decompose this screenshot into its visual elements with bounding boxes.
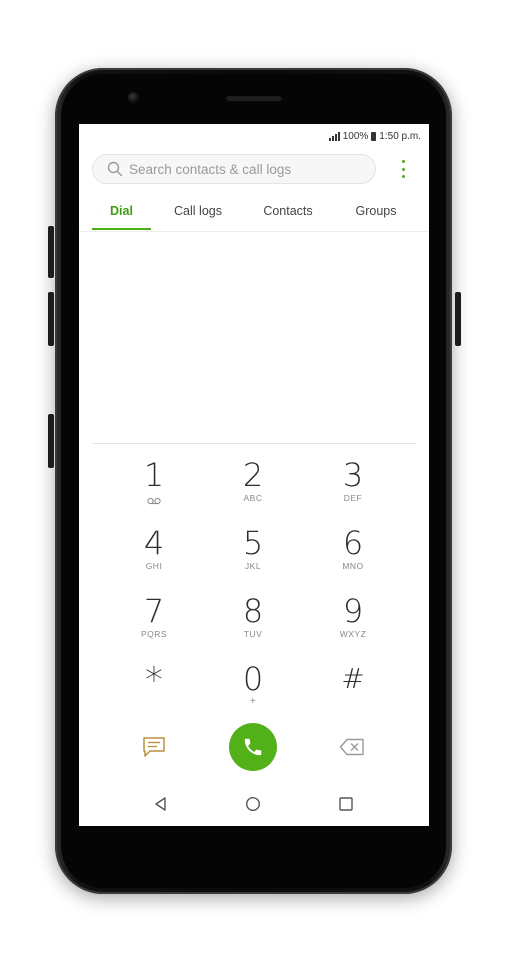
tab-contacts[interactable]: Contacts <box>249 204 327 218</box>
key-digit: 3 <box>342 456 364 494</box>
key-letters: MNO <box>342 561 364 571</box>
key-1[interactable]: 1 <box>114 458 194 518</box>
tab-call-logs[interactable]: Call logs <box>159 204 237 218</box>
key-letters: JKL <box>244 561 262 571</box>
key-digit: 9 <box>342 592 364 630</box>
volume-down-button <box>48 292 54 346</box>
battery-icon <box>371 131 377 141</box>
message-icon[interactable] <box>142 736 166 763</box>
clock: 1:50 p.m. <box>379 130 421 142</box>
key-0[interactable]: 0 + <box>213 662 293 722</box>
key-digit: 4 <box>143 524 165 562</box>
back-triangle-icon[interactable] <box>153 796 169 817</box>
key-9[interactable]: 9 WXYZ <box>313 594 393 654</box>
key-letters: PQRS <box>140 629 168 639</box>
screen: 100% 1:50 p.m. Search contacts & call lo… <box>79 124 429 826</box>
key-digit: 6 <box>342 524 364 562</box>
search-input[interactable]: Search contacts & call logs <box>129 162 291 177</box>
tab-dial[interactable]: Dial <box>92 204 151 218</box>
key-letters: + <box>249 696 257 707</box>
recents-square-icon[interactable] <box>338 796 354 817</box>
number-display[interactable] <box>92 239 416 439</box>
tab-groups[interactable]: Groups <box>337 204 415 218</box>
key-8[interactable]: 8 TUV <box>213 594 293 654</box>
power-button <box>455 292 461 346</box>
key-digit: 8 <box>242 592 264 630</box>
key-letters: TUV <box>243 629 263 639</box>
key-4[interactable]: 4 GHI <box>114 526 194 586</box>
tab-bar: Dial Call logs Contacts Groups <box>79 194 429 232</box>
key-digit: 2 <box>242 456 264 494</box>
tabs-divider <box>79 231 429 232</box>
key-hash[interactable]: # <box>313 662 393 722</box>
key-star[interactable]: * <box>114 660 194 724</box>
key-letters: GHI <box>145 561 163 571</box>
key-2[interactable]: 2 ABC <box>213 458 293 518</box>
key-5[interactable]: 5 JKL <box>213 526 293 586</box>
key-digit: * <box>145 660 163 701</box>
earpiece-speaker <box>226 95 282 101</box>
search-bar[interactable]: Search contacts & call logs <box>92 154 376 184</box>
status-bar: 100% 1:50 p.m. <box>328 128 421 144</box>
active-tab-indicator <box>92 228 151 230</box>
key-letters: DEF <box>343 493 363 503</box>
key-digit: # <box>341 662 365 695</box>
call-button[interactable] <box>229 723 277 771</box>
voicemail-icon <box>114 492 194 505</box>
key-digit: 5 <box>242 524 264 562</box>
backspace-icon[interactable] <box>339 738 365 761</box>
key-digit: 0 <box>242 660 264 698</box>
key-6[interactable]: 6 MNO <box>313 526 393 586</box>
key-digit: 1 <box>143 456 165 494</box>
keypad-divider <box>92 443 416 444</box>
home-circle-icon[interactable] <box>245 796 261 817</box>
battery-percent: 100% <box>342 130 369 142</box>
side-key-button <box>48 414 54 468</box>
key-7[interactable]: 7 PQRS <box>114 594 194 654</box>
more-options-icon[interactable] <box>395 160 411 178</box>
phone-icon <box>244 738 262 756</box>
key-letters: ABC <box>243 493 263 503</box>
signal-icon <box>328 131 340 141</box>
key-digit: 7 <box>143 592 165 630</box>
key-3[interactable]: 3 DEF <box>313 458 393 518</box>
search-icon <box>107 161 123 177</box>
volume-up-button <box>48 226 54 278</box>
front-camera <box>128 92 139 103</box>
key-letters: WXYZ <box>339 629 367 639</box>
